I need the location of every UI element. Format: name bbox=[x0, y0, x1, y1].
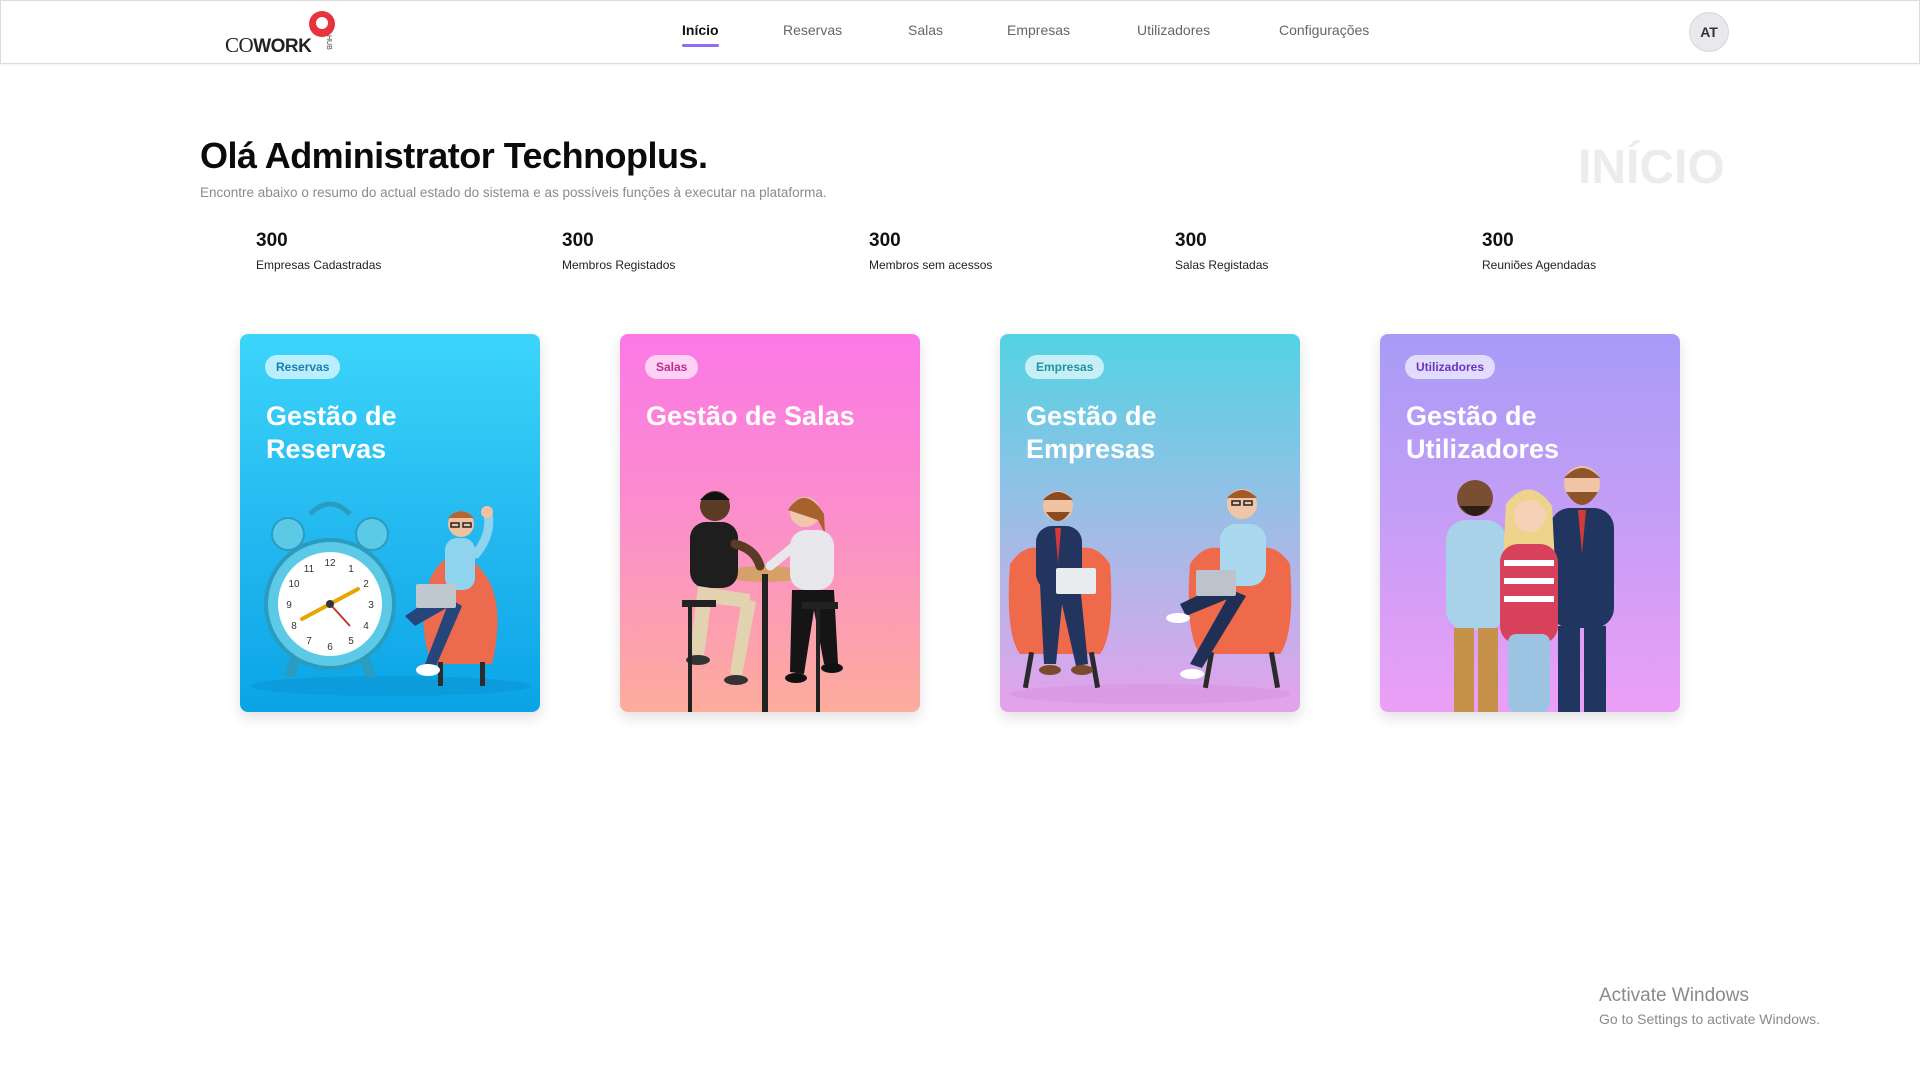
clock-number: 7 bbox=[306, 636, 312, 647]
stat-value: 300 bbox=[869, 230, 901, 251]
clock-number: 9 bbox=[286, 600, 292, 611]
stat-value: 300 bbox=[256, 230, 288, 251]
salas-illustration bbox=[682, 491, 843, 712]
section-watermark-title: INÍCIO bbox=[1578, 141, 1725, 194]
stat-empresas: 300 Empresas Cadastradas bbox=[256, 230, 381, 272]
nav-inicio[interactable]: Início bbox=[682, 22, 719, 47]
stat-value: 300 bbox=[1482, 230, 1514, 251]
clock-number: 8 bbox=[291, 621, 297, 632]
card-gestao-salas[interactable]: Salas Gestão de Salas bbox=[620, 334, 920, 712]
nav-salas[interactable]: Salas bbox=[908, 22, 943, 38]
nav-empresas[interactable]: Empresas bbox=[1007, 22, 1070, 38]
clock-number: 12 bbox=[324, 558, 336, 569]
card-tag-salas: Salas bbox=[645, 355, 699, 379]
main-nav: Início Reservas Salas Empresas Utilizado… bbox=[1, 1, 1920, 63]
stat-salas: 300 Salas Registadas bbox=[1175, 230, 1268, 272]
clock-number: 11 bbox=[304, 564, 315, 575]
stat-label: Reuniões Agendadas bbox=[1482, 258, 1597, 272]
stat-label: Salas Registadas bbox=[1175, 258, 1269, 272]
nav-reservas[interactable]: Reservas bbox=[783, 22, 842, 38]
card-title-empresas: Gestão de Empresas bbox=[1026, 401, 1157, 464]
utilizadores-illustration bbox=[1446, 466, 1614, 712]
clock-number: 4 bbox=[363, 621, 369, 632]
card-title-reservas: Gestão de Reservas bbox=[266, 401, 397, 464]
card-title-utilizadores: Gestão de Utilizadores bbox=[1406, 401, 1560, 464]
stat-value: 300 bbox=[562, 230, 594, 251]
card-gestao-utilizadores[interactable]: Utilizadores Gestão de Utilizadores bbox=[1380, 334, 1680, 712]
clock-number: 5 bbox=[348, 636, 354, 647]
clock-number: 2 bbox=[363, 579, 369, 590]
top-navbar: COWORK HUB Início Reservas Salas Empresa… bbox=[0, 0, 1920, 64]
page-subtitle: Encontre abaixo o resumo do actual estad… bbox=[200, 185, 827, 200]
windows-activation-watermark: Activate Windows Go to Settings to activ… bbox=[1599, 985, 1820, 1027]
nav-utilizadores[interactable]: Utilizadores bbox=[1137, 22, 1210, 38]
card-tag-reservas: Reservas bbox=[265, 355, 341, 379]
clock-number: 6 bbox=[327, 642, 333, 653]
card-gestao-reservas[interactable]: 12 1 2 3 4 5 6 7 8 9 10 11 Reservas Gest… bbox=[240, 334, 540, 712]
card-tag-empresas: Empresas bbox=[1025, 355, 1105, 379]
activation-line1: Activate Windows bbox=[1599, 985, 1749, 1006]
stat-reunioes: 300 Reuniões Agendadas bbox=[1482, 230, 1596, 272]
nav-configuracoes[interactable]: Configurações bbox=[1279, 22, 1369, 38]
stat-label: Empresas Cadastradas bbox=[256, 258, 382, 272]
stat-value: 300 bbox=[1175, 230, 1207, 251]
card-tag-utilizadores: Utilizadores bbox=[1405, 355, 1496, 379]
clock-number: 1 bbox=[348, 564, 354, 575]
page-greeting: Olá Administrator Technoplus. bbox=[200, 135, 708, 176]
card-title-salas: Gestão de Salas bbox=[646, 401, 855, 431]
user-avatar[interactable]: AT bbox=[1689, 12, 1729, 52]
stat-label: Membros sem acessos bbox=[869, 258, 993, 272]
empresas-illustration bbox=[1008, 489, 1292, 704]
card-gestao-empresas[interactable]: Empresas Gestão de Empresas bbox=[1000, 334, 1300, 712]
activation-line2: Go to Settings to activate Windows. bbox=[1599, 1011, 1820, 1027]
reservas-illustration: 12 1 2 3 4 5 6 7 8 9 10 11 bbox=[250, 501, 530, 696]
clock-number: 3 bbox=[368, 600, 374, 611]
stat-membros-sem-acesso: 300 Membros sem acessos bbox=[869, 230, 992, 272]
stat-label: Membros Registados bbox=[562, 258, 676, 272]
clock-number: 10 bbox=[288, 579, 300, 590]
stat-membros: 300 Membros Registados bbox=[562, 230, 675, 272]
